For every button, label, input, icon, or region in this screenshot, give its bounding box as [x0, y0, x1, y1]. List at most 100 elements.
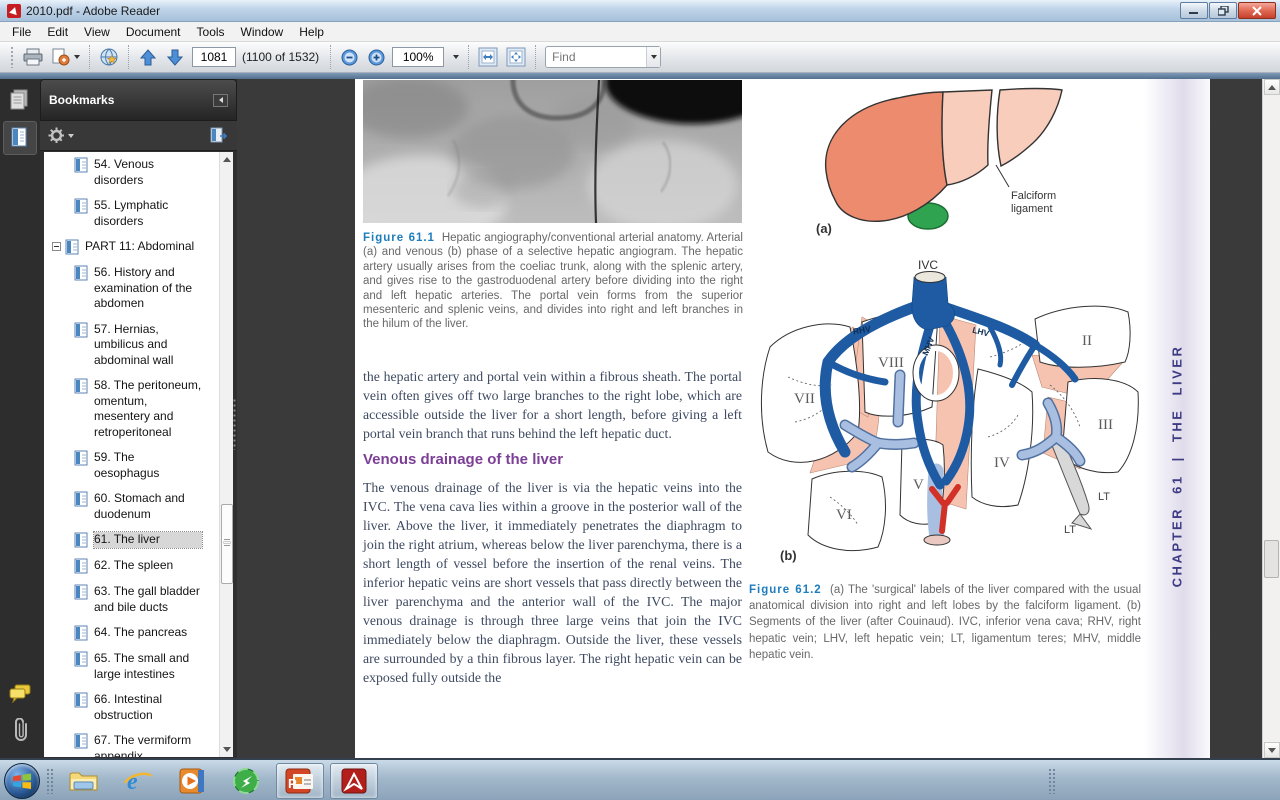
scroll-down-arrow[interactable]	[223, 747, 231, 752]
menu-tools[interactable]: Tools	[189, 23, 233, 41]
bookmark-page-icon	[74, 558, 88, 574]
comments-icon	[8, 683, 32, 703]
media-player-icon	[178, 767, 206, 795]
bookmark-label: 60. Stomach and duodenum	[94, 491, 202, 522]
zoom-in-button[interactable]	[363, 45, 390, 70]
menu-file[interactable]: File	[4, 23, 39, 41]
taskbar-download-manager-button[interactable]	[222, 763, 270, 799]
restore-button[interactable]	[1209, 2, 1237, 19]
find-dropdown-caret	[651, 55, 657, 59]
taskbar-media-player-button[interactable]	[168, 763, 216, 799]
bookmark-item[interactable]: 56. History and examination of the abdom…	[44, 260, 233, 317]
bookmark-item[interactable]: 63. The gall bladder and bile ducts	[44, 579, 233, 620]
diagram-a-label: (a)	[816, 221, 832, 236]
explorer-folder-icon	[69, 769, 99, 793]
bookmark-item[interactable]: 55. Lymphatic disorders	[44, 193, 233, 234]
attachments-panel-button[interactable]	[3, 714, 37, 748]
toolbar-separator	[89, 45, 90, 69]
bookmark-item[interactable]: 65. The small and large intestines	[44, 646, 233, 687]
printer-icon	[23, 48, 43, 66]
zoom-dropdown-button[interactable]	[446, 45, 463, 70]
figure-61-2-caption: Figure 61.2 (a) The 'surgical' labels of…	[749, 582, 1141, 663]
find-dropdown-button[interactable]	[646, 47, 660, 67]
start-button[interactable]	[4, 763, 40, 799]
bookmark-item[interactable]: 54. Venous disorders	[44, 152, 233, 193]
save-copy-button[interactable]	[47, 45, 84, 70]
bookmark-item[interactable]: 67. The vermiform appendix	[44, 728, 233, 757]
bookmark-page-icon	[74, 532, 88, 548]
taskbar-powerpoint-button[interactable]: P	[276, 763, 324, 799]
bookmark-label: 57. Hernias, umbilicus and abdominal wal…	[94, 322, 202, 369]
menu-help[interactable]: Help	[291, 23, 332, 41]
liver-left-lobe-shape	[997, 89, 1062, 167]
bookmarks-scrollbar[interactable]	[219, 152, 233, 757]
document-scroll-up-button[interactable]	[1264, 79, 1280, 95]
options-gear-icon[interactable]	[48, 127, 65, 144]
bookmarks-list: 54. Venous disorders 55. Lymphatic disor…	[44, 152, 233, 757]
panel-collapse-button[interactable]	[213, 94, 228, 107]
bookmark-item[interactable]: 62. The spleen	[44, 553, 233, 579]
bookmark-page-icon	[74, 265, 88, 281]
minimize-button[interactable]	[1180, 2, 1208, 19]
find-input[interactable]	[546, 48, 646, 66]
pages-panel-button[interactable]	[3, 83, 37, 117]
toolbar-separator	[468, 45, 469, 69]
zoom-out-button[interactable]	[336, 45, 363, 70]
taskbar-adobe-reader-button[interactable]	[330, 763, 378, 799]
download-manager-icon	[232, 767, 260, 795]
taskbar-explorer-button[interactable]	[60, 763, 108, 799]
fit-width-button[interactable]	[474, 45, 502, 70]
bookmark-item[interactable]: 60. Stomach and duodenum	[44, 486, 233, 527]
figure-61-2-label: Figure 61.2	[749, 584, 822, 596]
bookmark-item[interactable]: 58. The peritoneum, omentum, mesentery a…	[44, 373, 233, 445]
bookmark-page-icon	[74, 198, 88, 214]
collaborate-icon	[99, 48, 119, 67]
bookmark-item-selected[interactable]: 61. The liver	[44, 527, 233, 553]
document-scroll-down-button[interactable]	[1264, 742, 1280, 758]
bookmarks-icon	[9, 126, 31, 150]
comments-panel-button[interactable]	[3, 676, 37, 710]
zoom-level-value[interactable]: 100%	[392, 47, 444, 67]
bookmark-item[interactable]: 57. Hernias, umbilicus and abdominal wal…	[44, 317, 233, 374]
bookmarks-panel: Bookmarks 54. Venous disorders	[40, 79, 237, 758]
fit-page-button[interactable]	[502, 45, 530, 70]
document-scrollbar[interactable]	[1262, 79, 1280, 758]
options-dropdown-caret[interactable]	[68, 134, 74, 138]
bookmark-label: 64. The pancreas	[94, 625, 202, 641]
expand-bookmark-icon[interactable]	[210, 127, 229, 144]
taskbar-internet-explorer-button[interactable]: e	[114, 763, 162, 799]
lt-label-1: LT	[1098, 491, 1110, 503]
navigation-rail	[0, 79, 40, 758]
menu-document[interactable]: Document	[118, 23, 189, 41]
bookmark-item[interactable]: 66. Intestinal obstruction	[44, 687, 233, 728]
liver-right-lobe-shape	[826, 92, 947, 221]
scroll-up-arrow	[1268, 85, 1276, 90]
window-titlebar[interactable]: 2010.pdf - Adobe Reader	[0, 0, 1280, 22]
arrow-up-icon	[140, 49, 156, 66]
figure-61-1-label: Figure 61.1	[363, 232, 435, 244]
page-number-input[interactable]	[192, 47, 236, 67]
portal-vein-opening	[924, 535, 950, 545]
section-heading: Venous drainage of the liver	[363, 451, 563, 468]
toolbar-separator	[535, 45, 536, 69]
save-copy-dropdown-caret	[74, 55, 80, 59]
menu-edit[interactable]: Edit	[39, 23, 76, 41]
next-page-button[interactable]	[161, 45, 188, 70]
collaborate-button[interactable]	[95, 45, 123, 70]
bookmark-item-part[interactable]: PART 11: Abdominal	[44, 234, 233, 260]
bookmarks-scrollbar-thumb[interactable]	[221, 504, 233, 584]
document-scrollbar-thumb[interactable]	[1264, 540, 1279, 578]
print-button[interactable]	[19, 45, 47, 70]
menu-window[interactable]: Window	[233, 23, 292, 41]
collapse-expander-icon[interactable]	[52, 242, 61, 251]
close-button[interactable]	[1238, 2, 1276, 19]
menu-view[interactable]: View	[76, 23, 118, 41]
scroll-up-arrow[interactable]	[223, 157, 231, 162]
bookmarks-panel-button[interactable]	[3, 121, 37, 155]
svg-text:P: P	[288, 776, 297, 791]
previous-page-button[interactable]	[134, 45, 161, 70]
bookmark-item[interactable]: 64. The pancreas	[44, 620, 233, 646]
bookmark-label: 55. Lymphatic disorders	[94, 198, 202, 229]
toolbar-separator	[330, 45, 331, 69]
bookmark-item[interactable]: 59. The oesophagus	[44, 445, 233, 486]
